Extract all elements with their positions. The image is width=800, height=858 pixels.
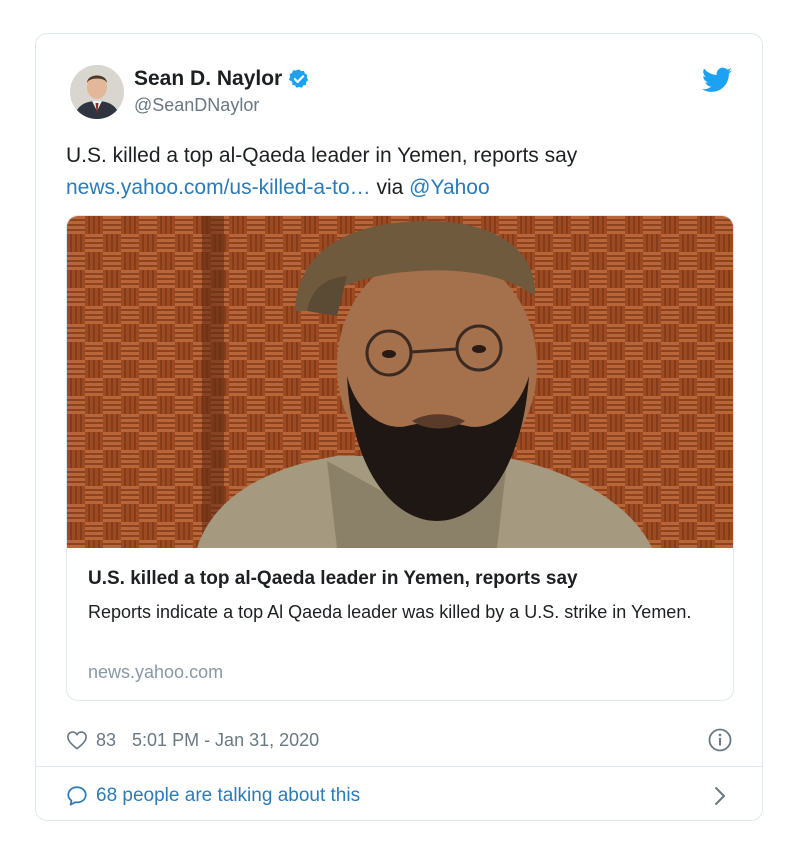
tweet-link-line: news.yahoo.com/us-killed-a-to… via @Yaho… bbox=[66, 172, 732, 204]
like-count[interactable]: 83 bbox=[96, 730, 116, 751]
card-description: Reports indicate a top Al Qaeda leader w… bbox=[88, 602, 692, 622]
link-card[interactable]: U.S. killed a top al-Qaeda leader in Yem… bbox=[66, 215, 734, 701]
author-handle[interactable]: @SeanDNaylor bbox=[134, 95, 259, 116]
tweet-embed: Sean D. Naylor @SeanDNaylor U.S. killed … bbox=[35, 33, 763, 821]
tweet-text: U.S. killed a top al-Qaeda leader in Yem… bbox=[66, 140, 732, 204]
verified-badge-icon bbox=[289, 69, 309, 88]
tweet-body: U.S. killed a top al-Qaeda leader in Yem… bbox=[66, 144, 578, 167]
conversation-label[interactable]: 68 people are talking about this bbox=[96, 785, 360, 807]
chevron-right-icon[interactable] bbox=[714, 786, 726, 806]
author-avatar[interactable] bbox=[70, 65, 124, 119]
card-image[interactable] bbox=[67, 216, 733, 548]
tweet-timestamp[interactable]: 5:01 PM - Jan 31, 2020 bbox=[132, 730, 319, 751]
tweet-link[interactable]: news.yahoo.com/us-killed-a-to… bbox=[66, 176, 371, 199]
tweet-header: Sean D. Naylor @SeanDNaylor bbox=[70, 65, 732, 121]
twitter-bird-icon[interactable] bbox=[702, 67, 732, 93]
author-name[interactable]: Sean D. Naylor bbox=[134, 67, 282, 91]
via-label: via bbox=[376, 176, 404, 199]
card-domain: news.yahoo.com bbox=[88, 662, 224, 682]
mention-link[interactable]: @Yahoo bbox=[409, 176, 489, 199]
author-name-row: Sean D. Naylor bbox=[134, 67, 310, 91]
speech-bubble-icon bbox=[67, 786, 87, 806]
tweet-footer: 83 5:01 PM - Jan 31, 2020 bbox=[66, 726, 732, 754]
footer-divider bbox=[36, 766, 762, 767]
info-icon[interactable] bbox=[708, 728, 732, 752]
card-title[interactable]: U.S. killed a top al-Qaeda leader in Yem… bbox=[88, 568, 713, 590]
heart-icon[interactable] bbox=[66, 730, 88, 750]
conversation-link[interactable]: 68 people are talking about this bbox=[66, 782, 732, 810]
